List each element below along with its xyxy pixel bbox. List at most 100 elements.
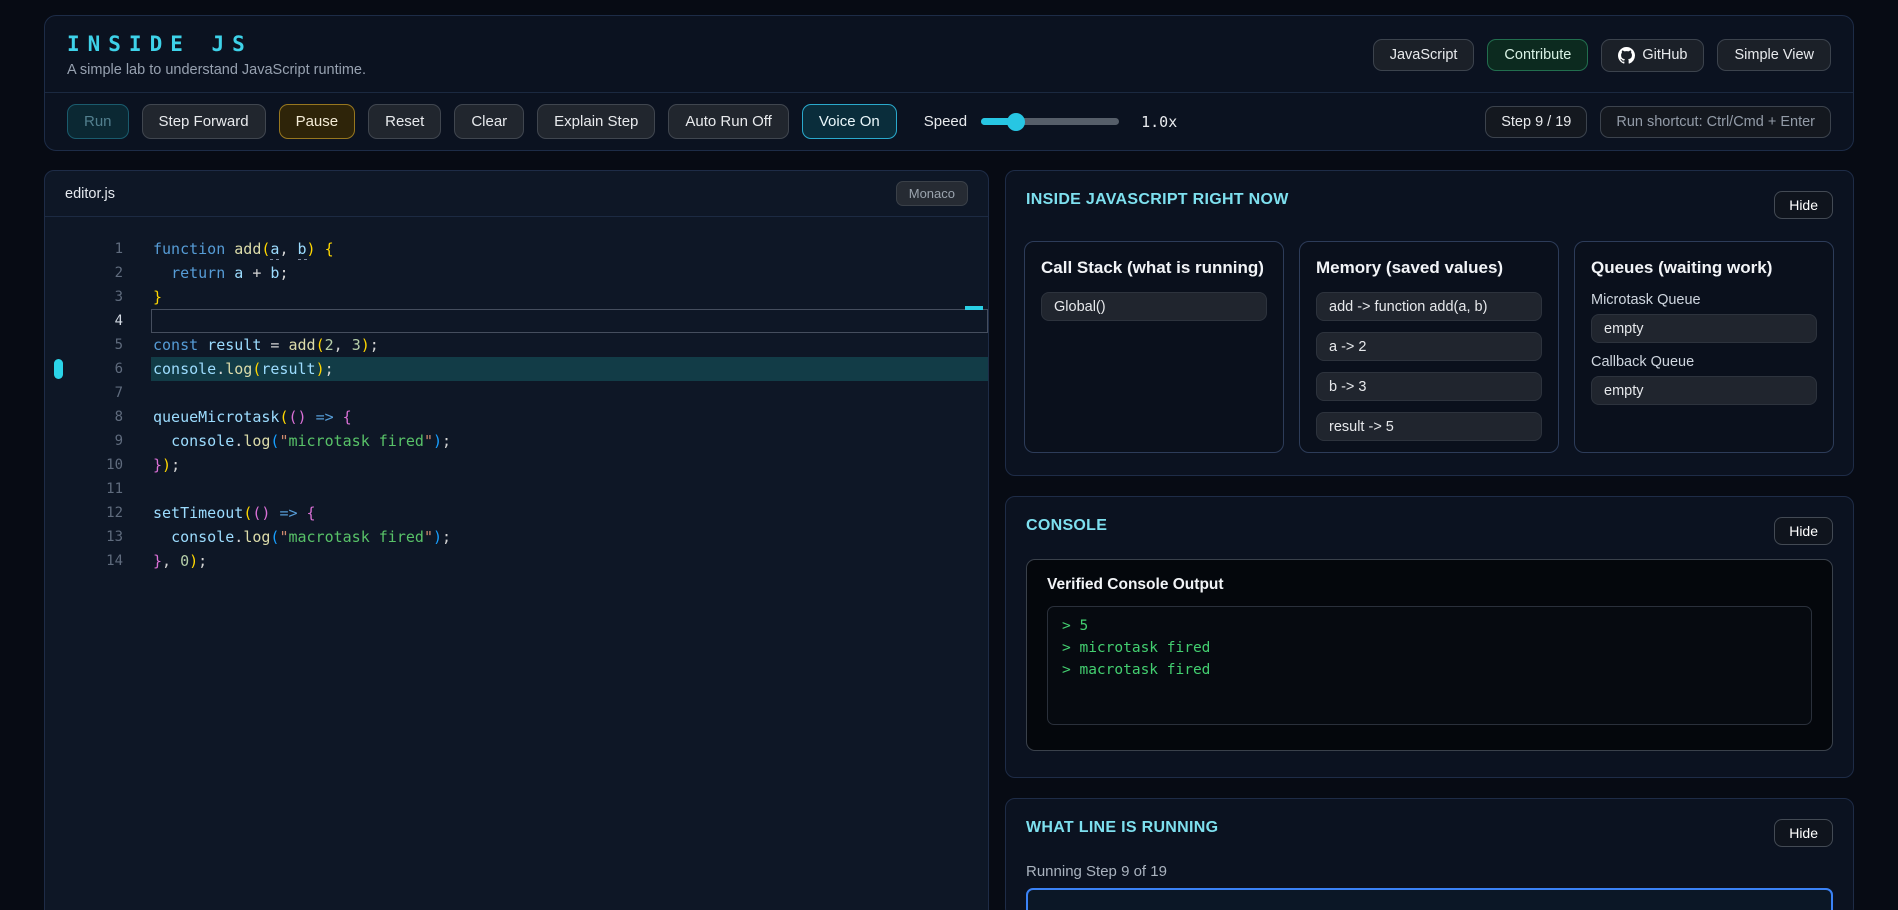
line-content (151, 309, 988, 333)
code-line[interactable]: 7 (45, 381, 988, 405)
code-line[interactable]: 8queueMicrotask(() => { (45, 405, 988, 429)
code-line[interactable]: 2 return a + b; (45, 261, 988, 285)
line-number: 5 (45, 333, 151, 357)
line-content: console.log(result); (151, 357, 988, 381)
memory-card: Memory (saved values) add -> function ad… (1299, 241, 1559, 453)
memory-items: add -> function add(a, b)a -> 2b -> 3res… (1316, 292, 1542, 441)
line-content: console.log("microtask fired"); (151, 429, 988, 453)
memory-entry: add -> function add(a, b) (1316, 292, 1542, 321)
editor-header: editor.js Monaco (45, 171, 988, 217)
line-content: }, 0); (151, 549, 988, 573)
contribute-button[interactable]: Contribute (1487, 39, 1588, 71)
runtime-panel-title: INSIDE JAVASCRIPT RIGHT NOW (1026, 191, 1289, 209)
whatline-panel-title: WHAT LINE IS RUNNING (1026, 819, 1218, 837)
toolbar-right: Step 9 / 19 Run shortcut: Ctrl/Cmd + Ent… (1485, 106, 1831, 138)
code-line[interactable]: 14}, 0); (45, 549, 988, 573)
toolbar: Run Step Forward Pause Reset Clear Expla… (45, 93, 1853, 150)
speed-slider-thumb[interactable] (1007, 113, 1025, 131)
reset-button[interactable]: Reset (368, 104, 441, 139)
speed-control: Speed 1.0x (924, 113, 1178, 131)
app: INSIDE JS A simple lab to understand Jav… (0, 0, 1898, 910)
console-output[interactable]: > 5> microtask fired> macrotask fired (1047, 606, 1812, 725)
memory-entry: b -> 3 (1316, 372, 1542, 401)
code-line[interactable]: 3} (45, 285, 988, 309)
line-content: console.log("macrotask fired"); (151, 525, 988, 549)
running-step-status: Running Step 9 of 19 (1006, 847, 1853, 880)
clear-button[interactable]: Clear (454, 104, 524, 139)
line-number: 3 (45, 285, 151, 309)
line-content (151, 381, 988, 405)
javascript-button[interactable]: JavaScript (1373, 39, 1475, 71)
run-shortcut-badge: Run shortcut: Ctrl/Cmd + Enter (1600, 106, 1831, 138)
microtask-queue-label: Microtask Queue (1591, 292, 1817, 308)
console-line: > microtask fired (1062, 637, 1797, 659)
line-number: 13 (45, 525, 151, 549)
verified-console-title: Verified Console Output (1047, 576, 1812, 594)
code-editor: editor.js Monaco 1function add(a, b) {2 … (44, 170, 989, 910)
overview-ruler-mark (965, 306, 983, 310)
github-button-label: GitHub (1642, 47, 1687, 63)
active-line-marker (54, 359, 63, 379)
console-line: > 5 (1062, 615, 1797, 637)
app-header: INSIDE JS A simple lab to understand Jav… (45, 16, 1853, 93)
code-line[interactable]: 6console.log(result); (45, 357, 988, 381)
line-number: 8 (45, 405, 151, 429)
microtask-queue-value: empty (1591, 314, 1817, 343)
line-content: queueMicrotask(() => { (151, 405, 988, 429)
line-number: 14 (45, 549, 151, 573)
code-line[interactable]: 10}); (45, 453, 988, 477)
line-number: 10 (45, 453, 151, 477)
speed-slider[interactable] (981, 118, 1119, 125)
console-hide-button[interactable]: Hide (1774, 517, 1833, 545)
code-line[interactable]: 1function add(a, b) { (45, 237, 988, 261)
right-column: INSIDE JAVASCRIPT RIGHT NOW Hide Call St… (1005, 170, 1854, 910)
line-number: 7 (45, 381, 151, 405)
call-stack-title: Call Stack (what is running) (1041, 258, 1267, 278)
runtime-hide-button[interactable]: Hide (1774, 191, 1833, 219)
step-counter-badge: Step 9 / 19 (1485, 106, 1587, 138)
console-panel: CONSOLE Hide Verified Console Output > 5… (1005, 496, 1854, 778)
explain-step-button[interactable]: Explain Step (537, 104, 655, 139)
line-number: 12 (45, 501, 151, 525)
editor-filename: editor.js (65, 186, 115, 202)
speed-value: 1.0x (1141, 113, 1177, 131)
whatline-panel: WHAT LINE IS RUNNING Hide Running Step 9… (1005, 798, 1854, 910)
call-stack-items: Global() (1041, 292, 1267, 321)
call-stack-frame: Global() (1041, 292, 1267, 321)
callback-queue-label: Callback Queue (1591, 354, 1817, 370)
line-content: return a + b; (151, 261, 988, 285)
pause-button[interactable]: Pause (279, 104, 356, 139)
code-area[interactable]: 1function add(a, b) {2 return a + b;3}45… (45, 217, 988, 573)
code-line[interactable]: 9 console.log("microtask fired"); (45, 429, 988, 453)
line-number: 2 (45, 261, 151, 285)
code-line[interactable]: 13 console.log("macrotask fired"); (45, 525, 988, 549)
memory-entry: a -> 2 (1316, 332, 1542, 361)
app-subtitle: A simple lab to understand JavaScript ru… (67, 62, 366, 78)
app-title: INSIDE JS (67, 32, 366, 56)
line-number: 11 (45, 477, 151, 501)
line-content: }); (151, 453, 988, 477)
github-button[interactable]: GitHub (1601, 39, 1704, 72)
memory-title: Memory (saved values) (1316, 258, 1542, 278)
monaco-badge: Monaco (896, 181, 968, 206)
line-number: 1 (45, 237, 151, 261)
code-line[interactable]: 12setTimeout(() => { (45, 501, 988, 525)
line-content: function add(a, b) { (151, 237, 988, 261)
code-line[interactable]: 5const result = add(2, 3); (45, 333, 988, 357)
line-content: setTimeout(() => { (151, 501, 988, 525)
github-icon (1618, 47, 1635, 64)
auto-run-toggle[interactable]: Auto Run Off (668, 104, 788, 139)
code-line[interactable]: 11 (45, 477, 988, 501)
voice-toggle[interactable]: Voice On (802, 104, 897, 139)
code-line[interactable]: 4 (45, 309, 988, 333)
simple-view-button[interactable]: Simple View (1717, 39, 1831, 71)
run-button[interactable]: Run (67, 104, 129, 139)
speed-label: Speed (924, 113, 967, 130)
console-panel-title: CONSOLE (1026, 517, 1107, 535)
line-content: } (151, 285, 988, 309)
line-content (151, 477, 988, 501)
whatline-hide-button[interactable]: Hide (1774, 819, 1833, 847)
top-card: INSIDE JS A simple lab to understand Jav… (44, 15, 1854, 151)
queues-card: Queues (waiting work) Microtask Queue em… (1574, 241, 1834, 453)
step-forward-button[interactable]: Step Forward (142, 104, 266, 139)
